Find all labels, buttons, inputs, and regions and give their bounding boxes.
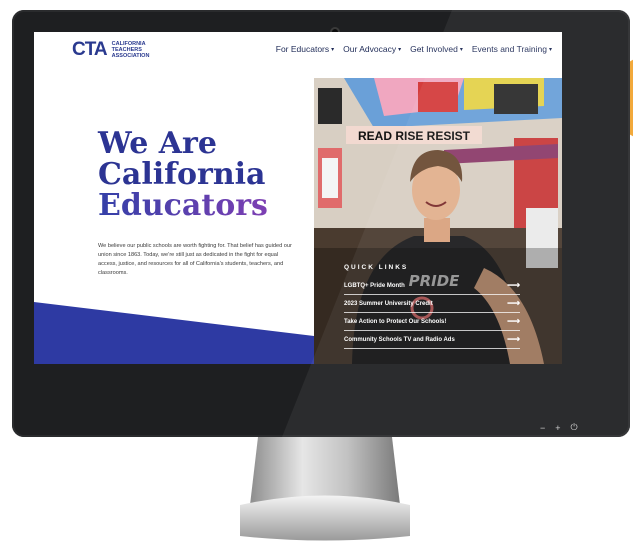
volume-down-icon[interactable]: − [540, 423, 545, 433]
hero-title: We Are California Educators [98, 128, 298, 221]
quick-links-title: QUICK LINKS [344, 264, 409, 271]
arrow-right-icon: ⟶ [507, 280, 520, 290]
quick-links: QUICK LINKS LGBTQ+ Pride Month ⟶ 2023 Sum… [344, 264, 520, 349]
top-navigation: CTA CALIFORNIA TEACHERS ASSOCIATION For … [34, 32, 562, 68]
menu-our-advocacy[interactable]: Our Advocacy ▾ [343, 44, 401, 54]
arrow-right-icon: ⟶ [507, 298, 520, 308]
quick-link-item[interactable]: Community Schools TV and Radio Ads ⟶ [344, 331, 520, 349]
cta-logo[interactable]: CTA CALIFORNIA TEACHERS ASSOCIATION [72, 40, 149, 59]
website-screen: CTA CALIFORNIA TEACHERS ASSOCIATION For … [34, 32, 562, 364]
logo-wordmark: CALIFORNIA TEACHERS ASSOCIATION [111, 40, 150, 59]
menu-events-and-training[interactable]: Events and Training ▾ [472, 44, 552, 54]
quick-link-item[interactable]: Take Action to Protect Our Schools! ⟶ [344, 313, 520, 331]
power-icon[interactable]: ⏻ [571, 422, 578, 433]
quick-link-item[interactable]: 2023 Summer University Credit ⟶ [344, 295, 520, 313]
main-menu: For Educators ▾ Our Advocacy ▾ Get Involve… [276, 44, 552, 54]
arrow-right-icon: ⟶ [507, 316, 520, 326]
chevron-down-icon: ▾ [331, 46, 335, 53]
hero-description: We believe our public schools are worth … [98, 242, 292, 276]
chevron-down-icon: ▾ [548, 46, 552, 53]
chevron-down-icon: ▾ [459, 46, 463, 53]
logo-mark: CTA [72, 39, 108, 60]
sign-text: READ RISE RESIST [358, 129, 471, 143]
menu-for-educators[interactable]: For Educators ▾ [276, 44, 334, 54]
volume-up-icon[interactable]: + [555, 423, 560, 433]
arrow-right-icon: ⟶ [507, 334, 520, 344]
chevron-down-icon: ▾ [398, 46, 402, 53]
monitor-controls: − + ⏻ [540, 422, 578, 433]
quick-link-item[interactable]: LGBTQ+ Pride Month ⟶ [344, 277, 520, 295]
menu-get-involved[interactable]: Get Involved ▾ [410, 44, 463, 54]
